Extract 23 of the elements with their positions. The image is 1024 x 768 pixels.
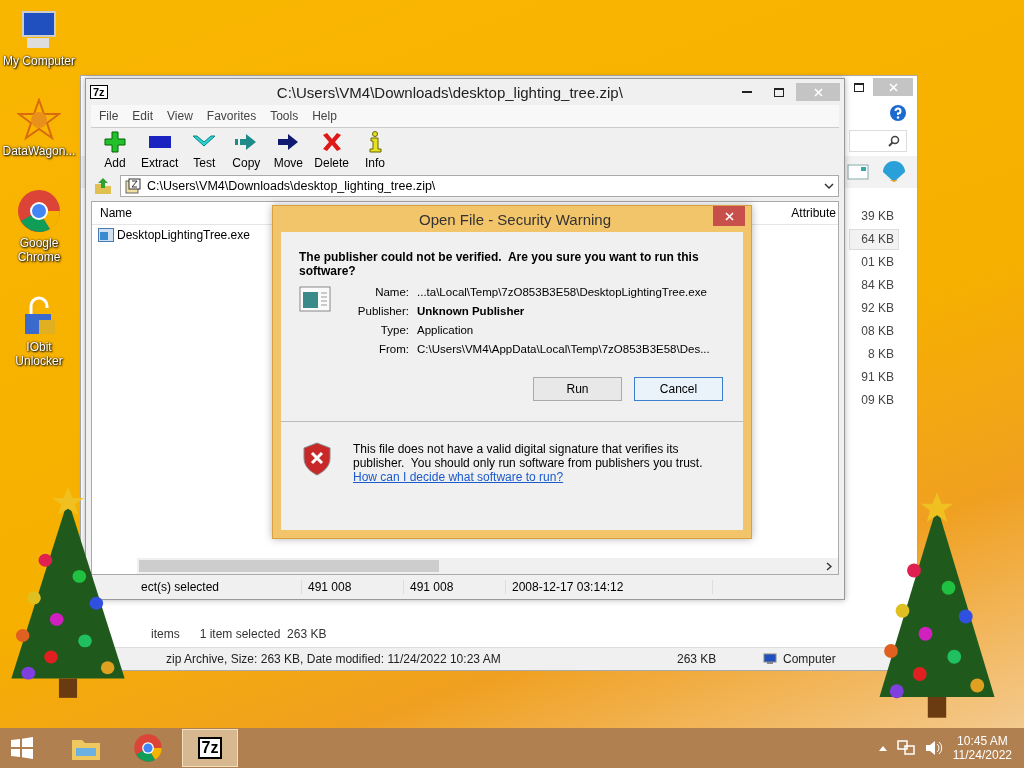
app-logo: 7z bbox=[90, 85, 108, 99]
warning-text: This file does not have a valid digital signature that verifies its publisher. You should only run software from publishers you trust. bbox=[353, 442, 704, 470]
status-field: 491 008 bbox=[302, 580, 404, 594]
field-value: Unknown Publisher bbox=[417, 305, 526, 317]
status-field: ect(s) selected bbox=[141, 580, 302, 594]
field-value: C:\Users\VM4\AppData\Local\Temp\7zO853B3E58\Des... bbox=[417, 343, 710, 355]
field-label: Publisher: bbox=[356, 305, 409, 317]
file-details: zip Archive, Size: 263 KB, Date modified: 11/24/2022 10:23 AM bbox=[166, 652, 502, 666]
app-logo: 7z bbox=[197, 737, 223, 759]
field-value: Application bbox=[417, 324, 475, 336]
status-field: 491 008 bbox=[404, 580, 506, 594]
item-count: items bbox=[151, 627, 180, 641]
file-size-total: 263 KB bbox=[677, 652, 718, 666]
window-title: C:\Users\VM4\Downloads\desktop_lighting_tree.zip\ bbox=[275, 83, 624, 101]
field-label: Type: bbox=[379, 324, 409, 336]
field-label: From: bbox=[377, 343, 409, 355]
warning-heading: The publisher could not be verified. Are you sure you want to run this software? bbox=[298, 250, 700, 278]
selection-info: 1 item selected 263 KB bbox=[199, 627, 327, 641]
field-value: ...ta\Local\Temp\7zO853B3E58\DesktopLightingTree.exe bbox=[417, 286, 708, 298]
location-label: Computer bbox=[783, 652, 836, 666]
dialog-title: Open File - Security Warning bbox=[418, 210, 612, 228]
field-label: Name: bbox=[374, 286, 409, 298]
status-field: 2008-12-17 03:14:12 bbox=[506, 580, 713, 594]
